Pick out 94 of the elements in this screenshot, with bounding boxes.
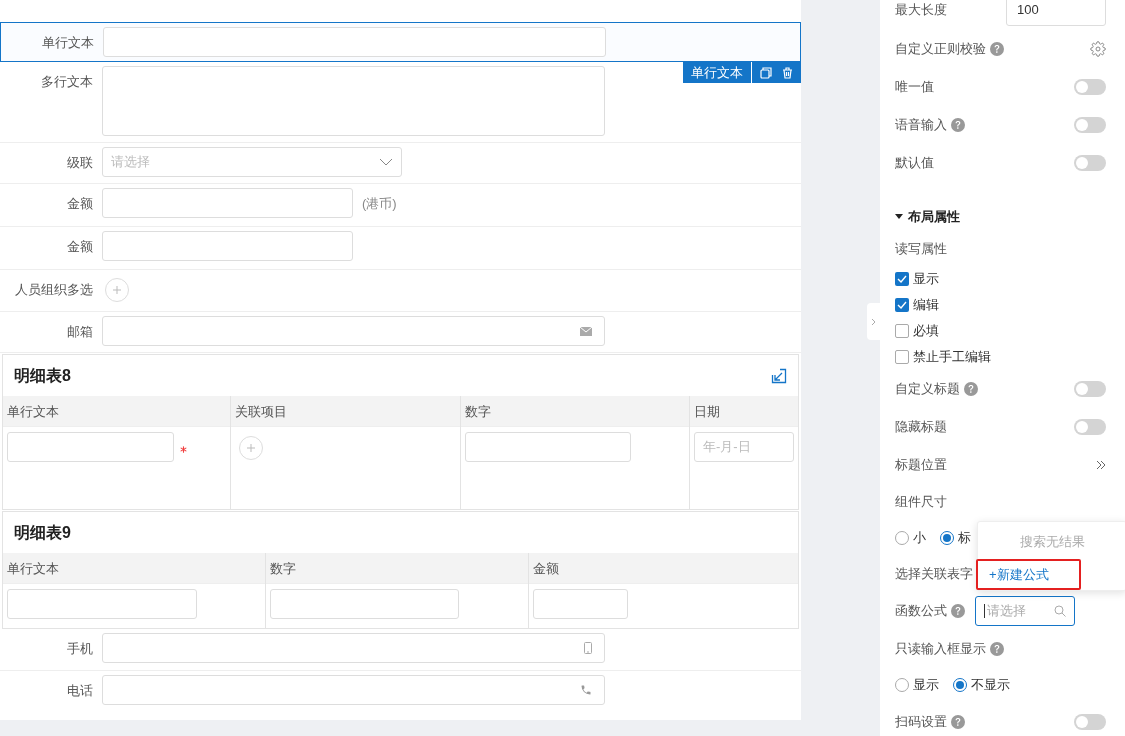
field-label: 金额 (66, 238, 93, 256)
input-field[interactable] (7, 589, 197, 619)
form-row[interactable]: 单行文本 (0, 22, 801, 62)
help-icon[interactable] (964, 382, 978, 396)
help-icon[interactable] (951, 604, 965, 618)
property-label: 只读输入框显示 (895, 639, 986, 658)
chevron-down-icon (379, 158, 393, 166)
plus-icon (246, 443, 257, 453)
input-field[interactable] (7, 432, 174, 462)
chevron-right-icon (871, 317, 876, 326)
property-label: 组件尺寸 (895, 492, 947, 511)
expand-icon[interactable] (771, 367, 787, 384)
field-label: 单行文本 (41, 34, 94, 52)
input-field[interactable] (270, 589, 459, 619)
property-label: 自定义标题 (895, 380, 960, 399)
property-label: 最大长度 (895, 1, 947, 20)
property-label: 自定义正则校验 (895, 39, 986, 58)
checkbox-label: 必填 (913, 322, 939, 341)
textarea-field[interactable] (102, 66, 605, 136)
radio-label: 标 (958, 528, 971, 547)
column-header: 单行文本 (3, 396, 231, 427)
double-chevron-icon (1096, 460, 1106, 470)
field-label: 手机 (66, 640, 93, 658)
column-header: 数字 (266, 553, 528, 584)
input-field[interactable] (102, 316, 605, 346)
checkbox-label: 编辑 (913, 296, 939, 315)
trash-icon[interactable] (782, 66, 793, 79)
text-cursor (984, 604, 985, 618)
checkbox-label: 显示 (913, 270, 939, 289)
field-label: 金额 (66, 195, 93, 213)
settings-icon[interactable] (1090, 40, 1106, 57)
radio-label: 不显示 (971, 675, 1010, 694)
property-label: 读写属性 (895, 239, 947, 258)
toggle-switch[interactable] (1074, 117, 1106, 133)
field-label: 多行文本 (40, 73, 93, 91)
column-header: 关联项目 (231, 396, 460, 427)
help-icon[interactable] (990, 41, 1004, 56)
copy-icon[interactable] (760, 66, 772, 79)
checkbox[interactable] (895, 350, 909, 364)
toggle-switch[interactable] (1074, 155, 1106, 171)
property-label: 标题位置 (895, 456, 947, 475)
empty-result-text: 搜索无结果 (1018, 533, 1086, 551)
plus-icon (112, 285, 122, 295)
help-icon[interactable] (951, 118, 965, 132)
property-label: 默认值 (895, 154, 934, 173)
checkbox[interactable] (895, 324, 909, 338)
column-header: 数字 (460, 396, 689, 427)
mail-icon (580, 326, 592, 336)
toggle-switch[interactable] (1074, 79, 1106, 95)
column-header: 单行文本 (3, 553, 265, 584)
column-header: 金额 (529, 553, 798, 584)
help-icon[interactable] (951, 715, 965, 729)
phone-icon (580, 684, 592, 696)
new-formula-link[interactable]: +新建公式 (976, 559, 1081, 590)
triangle-icon (895, 213, 903, 219)
toggle-switch[interactable] (1074, 381, 1106, 397)
double-chevron-button[interactable] (1096, 460, 1106, 470)
input-field[interactable] (102, 633, 605, 663)
field-label: 邮箱 (66, 323, 93, 341)
currency-suffix: (港币) (362, 195, 397, 213)
property-label: 扫码设置 (895, 713, 947, 732)
max-length-field[interactable]: 100 (1006, 0, 1106, 26)
input-field[interactable] (102, 231, 353, 261)
check-icon (897, 301, 907, 309)
radio-label: 小 (913, 528, 926, 547)
property-label: 唯一值 (895, 78, 934, 97)
section-header[interactable]: 布局属性 (895, 206, 960, 226)
checkbox[interactable] (895, 272, 909, 286)
toggle-switch[interactable] (1074, 419, 1106, 435)
input-field[interactable] (464, 432, 631, 462)
property-label: 隐藏标题 (895, 418, 947, 437)
collapse-handle[interactable] (867, 303, 880, 340)
field-label: 人员组织多选 (14, 281, 93, 299)
search-icon (1054, 605, 1066, 617)
checkbox-label: 禁止手工编辑 (913, 348, 991, 367)
field-label: 电话 (66, 682, 93, 700)
help-icon[interactable] (990, 641, 1004, 656)
input-field[interactable] (533, 589, 628, 619)
toggle-switch[interactable] (1074, 714, 1106, 730)
field-label: 级联 (66, 154, 93, 172)
input-field[interactable] (102, 188, 353, 218)
table-title: 明细表9 (14, 522, 71, 543)
input-field[interactable] (103, 27, 606, 57)
input-field[interactable] (102, 675, 605, 705)
property-label: 选择关联表字 (895, 564, 973, 583)
search-placeholder: 请选择 (987, 602, 1026, 621)
property-label: 语音输入 (895, 116, 947, 135)
mobile-phone-icon (584, 642, 592, 654)
radio-label: 显示 (913, 675, 939, 694)
checkbox[interactable] (895, 298, 909, 312)
check-icon (897, 275, 907, 283)
table-title: 明细表8 (14, 365, 71, 386)
column-header: 日期 (690, 396, 798, 427)
property-label: 函数公式 (895, 602, 947, 621)
